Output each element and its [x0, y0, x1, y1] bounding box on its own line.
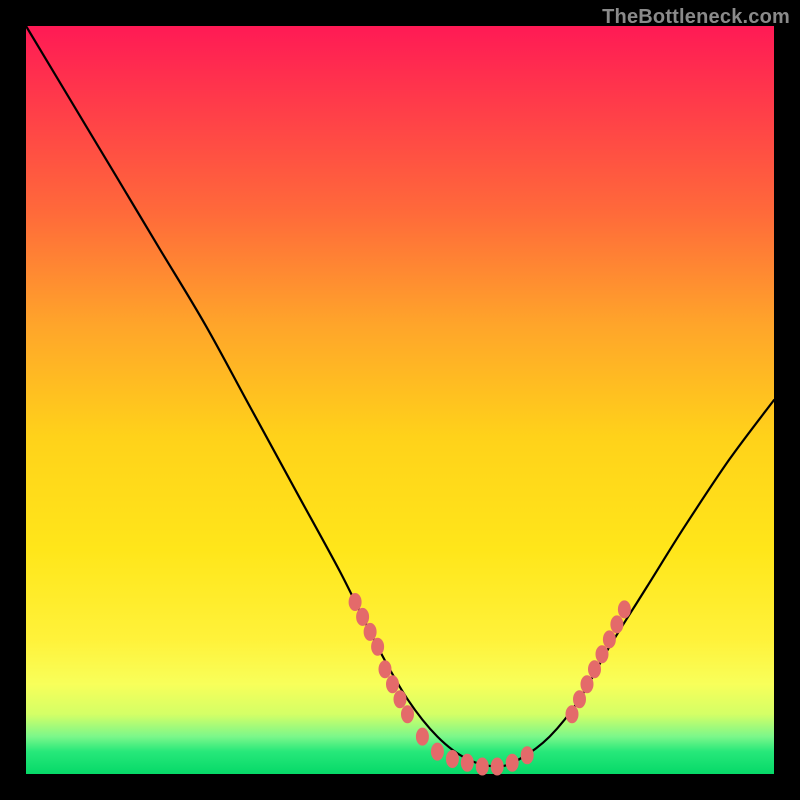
highlight-dot: [461, 754, 474, 772]
highlight-dot: [356, 608, 369, 626]
chart-stage: TheBottleneck.com: [0, 0, 800, 800]
highlight-dot: [610, 615, 623, 633]
highlight-dot: [588, 660, 601, 678]
highlight-dot: [581, 675, 594, 693]
highlight-dot: [349, 593, 362, 611]
plot-area: [26, 26, 774, 774]
highlight-dot: [431, 743, 444, 761]
highlight-dot: [446, 750, 459, 768]
curve-svg: [26, 26, 774, 774]
highlight-dot: [506, 754, 519, 772]
highlight-dot: [371, 638, 384, 656]
watermark-text: TheBottleneck.com: [602, 6, 790, 29]
highlight-dot: [521, 746, 534, 764]
highlight-dot: [364, 623, 377, 641]
highlight-dot: [566, 705, 579, 723]
highlight-dot: [573, 690, 586, 708]
highlight-dot: [379, 660, 392, 678]
highlight-dot: [401, 705, 414, 723]
highlight-dot: [491, 758, 504, 776]
bottleneck-curve: [26, 26, 774, 767]
highlight-dot: [416, 728, 429, 746]
highlight-dot: [386, 675, 399, 693]
highlight-dot: [618, 600, 631, 618]
highlight-dot: [394, 690, 407, 708]
highlight-dot: [603, 630, 616, 648]
highlight-dot: [476, 758, 489, 776]
highlight-dot: [596, 645, 609, 663]
highlight-dots: [349, 593, 631, 776]
